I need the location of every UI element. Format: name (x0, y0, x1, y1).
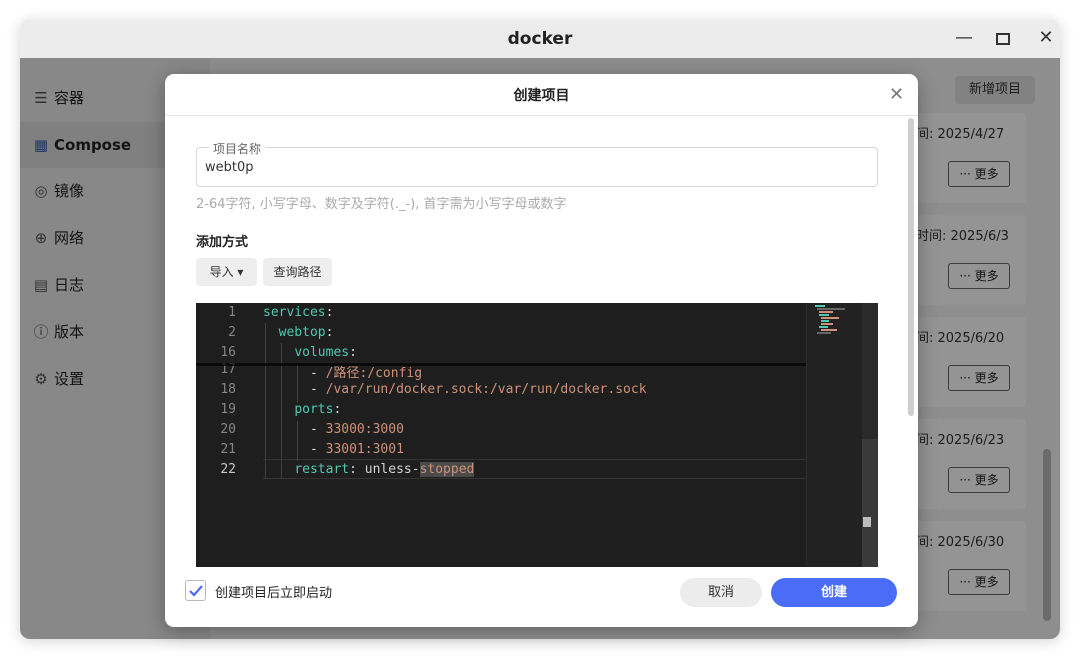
selected-text: stopped (419, 462, 475, 477)
code-line: volumes: (294, 345, 357, 360)
code-line: - /var/run/docker.sock:/var/run/docker.s… (263, 382, 647, 397)
cancel-button[interactable]: 取消 (680, 578, 762, 607)
minimap-line (821, 320, 829, 322)
line-number: 16 (220, 345, 236, 360)
minimap-line (819, 311, 833, 313)
yaml-string: /var/run/docker.sock:/var/run/docker.soc… (325, 382, 647, 397)
minimap-line (821, 323, 833, 325)
sticky-scroll-divider (196, 363, 806, 366)
editor-scrollbar[interactable] (862, 303, 878, 567)
line-number: 2 (228, 325, 236, 340)
code-line: - 33001:3001 (263, 442, 404, 457)
create-button[interactable]: 创建 (771, 578, 897, 607)
check-icon (189, 585, 203, 597)
project-name-label: 项目名称 (209, 140, 266, 157)
query-path-button[interactable]: 查询路径 (263, 258, 332, 286)
scroll-position-marker (863, 517, 871, 527)
window-title: docker (507, 29, 573, 49)
maximize-icon[interactable] (988, 20, 1018, 58)
minimap-line (821, 317, 839, 319)
yaml-string: /路径:/config (325, 366, 423, 381)
close-icon[interactable]: ✕ (1031, 20, 1060, 58)
yaml-key: webtop (278, 325, 326, 340)
dialog-header: 创建项目 ✕ (165, 74, 918, 116)
close-icon[interactable]: ✕ (889, 85, 904, 105)
line-number: 19 (220, 402, 236, 417)
autostart-checkbox[interactable] (185, 580, 206, 601)
code-line: restart: unless-stopped (294, 462, 475, 477)
yaml-string: 33000:3000 (325, 422, 404, 437)
autostart-label: 创建项目后立即启动 (215, 586, 333, 601)
dialog-scrollbar[interactable] (908, 118, 914, 416)
add-method-label: 添加方式 (196, 235, 249, 250)
code-line: - 33000:3000 (263, 422, 404, 437)
line-number: 1 (228, 305, 236, 320)
line-number: 21 (220, 442, 236, 457)
editor-minimap[interactable] (806, 303, 862, 567)
minimap-line (815, 305, 825, 307)
minimap-line (819, 326, 828, 328)
line-number: 18 (220, 382, 236, 397)
yaml-key: restart (294, 462, 350, 477)
yaml-string: 33001:3001 (325, 442, 404, 457)
yaml-key: services (263, 305, 326, 320)
yaml-value: unless- (364, 462, 420, 477)
code-line: services: (263, 305, 334, 320)
minimap-line (821, 329, 837, 331)
compose-code-editor[interactable]: 1 2 16 17 18 19 20 21 22 services: webto… (196, 303, 878, 567)
line-number: 20 (220, 422, 236, 437)
import-dropdown-button[interactable]: 导入 ▾ (196, 258, 257, 286)
yaml-key: ports (294, 402, 334, 417)
minimap-line (817, 332, 831, 334)
title-bar: docker — ✕ (20, 20, 1060, 58)
dialog-title: 创建项目 (513, 88, 570, 104)
minimize-icon[interactable]: — (949, 20, 979, 58)
project-name-field[interactable] (196, 147, 878, 187)
editor-scroll-thumb[interactable] (862, 439, 878, 567)
code-line: webtop: (278, 325, 334, 340)
line-number: 22 (220, 462, 236, 477)
create-project-dialog: 创建项目 ✕ 项目名称 webt0p 2-64字符, 小写字母、数字及字符(._… (165, 74, 918, 627)
code-line: ports: (294, 402, 342, 417)
minimap-line (819, 314, 829, 316)
minimap-line (817, 308, 845, 310)
yaml-key: volumes (294, 345, 350, 360)
project-name-input[interactable]: webt0p (205, 160, 254, 175)
project-name-hint: 2-64字符, 小写字母、数字及字符(._-), 首字需为小写字母或数字 (196, 197, 567, 212)
